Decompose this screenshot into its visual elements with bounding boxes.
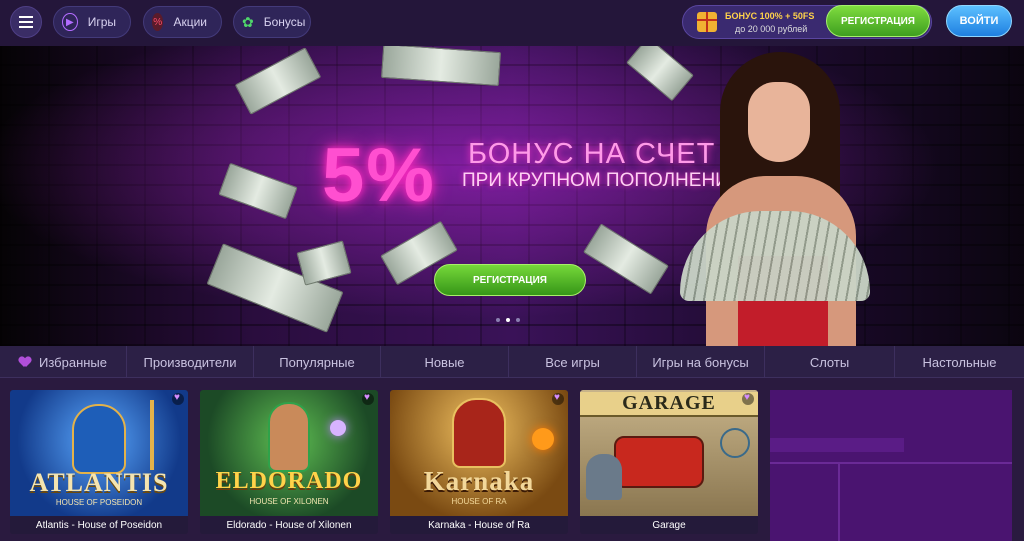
carousel-dot-active[interactable]	[506, 318, 510, 322]
top-navbar: ▶ Игры % Акции ✿ Бонусы БОНУС 100% + 50F…	[0, 0, 1024, 46]
banknote-image	[296, 240, 352, 286]
game-art-title: GARAGE	[580, 392, 758, 417]
game-art-subtitle: HOUSE OF RA	[451, 497, 507, 506]
clover-icon: ✿	[242, 13, 254, 30]
game-card-garage[interactable]: GARAGE Garage	[580, 390, 758, 534]
game-title: Garage	[580, 516, 758, 534]
banknote-image	[218, 162, 298, 220]
tab-all-games[interactable]: Все игры	[509, 346, 637, 378]
placeholder-panel	[770, 390, 1012, 541]
nav-promotions-button[interactable]: % Акции	[143, 6, 222, 38]
game-title: Atlantis - House of Poseidon	[10, 516, 188, 534]
tab-popular[interactable]: Популярные	[254, 346, 381, 378]
carousel-dots	[496, 318, 520, 322]
promo-title: БОНУС 100% + 50FS	[725, 11, 815, 21]
nav-bonuses-label: Бонусы	[263, 15, 306, 29]
category-tabs: Избранные Производители Популярные Новые…	[0, 346, 1024, 378]
register-button[interactable]: РЕГИСТРАЦИЯ	[826, 5, 930, 37]
games-grid: ATLANTIS HOUSE OF POSEIDON Atlantis - Ho…	[0, 378, 1024, 541]
game-thumbnail: ATLANTIS HOUSE OF POSEIDON	[10, 390, 188, 516]
game-art-subtitle: HOUSE OF POSEIDON	[55, 498, 143, 507]
tab-favorites[interactable]: Избранные	[0, 346, 127, 378]
nav-games-label: Игры	[87, 15, 116, 29]
banner-title: БОНУС НА СЧЕТ	[468, 138, 716, 170]
banknote-image	[380, 46, 502, 87]
nav-games-button[interactable]: ▶ Игры	[53, 6, 131, 38]
game-thumbnail: Karnaka HOUSE OF RA	[390, 390, 568, 516]
tab-favorites-label: Избранные	[39, 354, 107, 370]
game-art-subtitle: HOUSE OF XILONEN	[249, 497, 329, 506]
login-button[interactable]: ВОЙТИ	[946, 5, 1012, 37]
favorite-heart-icon[interactable]	[742, 392, 754, 405]
percent-icon: %	[152, 13, 164, 31]
promo-model-image	[680, 46, 880, 346]
gift-icon	[697, 12, 717, 32]
game-thumbnail: GARAGE	[580, 390, 758, 516]
promo-subtitle: до 20 000 рублей	[735, 24, 808, 34]
tab-table-games[interactable]: Настольные	[895, 346, 1024, 378]
game-art-title: ELDORADO	[215, 468, 363, 494]
hamburger-icon	[19, 21, 33, 23]
nav-promotions-label: Акции	[173, 15, 207, 29]
favorite-heart-icon[interactable]	[552, 392, 564, 405]
game-card-karnaka[interactable]: Karnaka HOUSE OF RA Karnaka - House of R…	[390, 390, 568, 534]
favorite-heart-icon[interactable]	[362, 392, 374, 405]
banknote-image	[234, 47, 322, 115]
tab-new[interactable]: Новые	[381, 346, 509, 378]
game-thumbnail: ELDORADO HOUSE OF XILONEN	[200, 390, 378, 516]
banknote-image	[583, 223, 669, 295]
carousel-dot[interactable]	[516, 318, 520, 322]
hamburger-menu-button[interactable]	[10, 6, 42, 38]
nav-bonuses-button[interactable]: ✿ Бонусы	[233, 6, 311, 38]
game-title: Karnaka - House of Ra	[390, 516, 568, 534]
game-art-title: Karnaka	[423, 466, 535, 496]
bonus-percent: 5%	[322, 133, 436, 218]
game-art-title: ATLANTIS	[29, 468, 169, 497]
heart-icon	[19, 357, 31, 368]
game-title: Eldorado - House of Xilonen	[200, 516, 378, 534]
promo-banner[interactable]: 5% БОНУС НА СЧЕТ ПРИ КРУПНОМ ПОПОЛНЕНИИ …	[0, 46, 1024, 346]
tab-providers[interactable]: Производители	[127, 346, 254, 378]
play-icon: ▶	[62, 13, 78, 31]
tab-slots[interactable]: Слоты	[765, 346, 895, 378]
favorite-heart-icon[interactable]	[172, 392, 184, 405]
tab-bonus-games[interactable]: Игры на бонусы	[637, 346, 765, 378]
banner-register-button[interactable]: РЕГИСТРАЦИЯ	[434, 264, 586, 296]
game-card-eldorado[interactable]: ELDORADO HOUSE OF XILONEN Eldorado - Hou…	[200, 390, 378, 534]
carousel-dot[interactable]	[496, 318, 500, 322]
game-card-atlantis[interactable]: ATLANTIS HOUSE OF POSEIDON Atlantis - Ho…	[10, 390, 188, 534]
